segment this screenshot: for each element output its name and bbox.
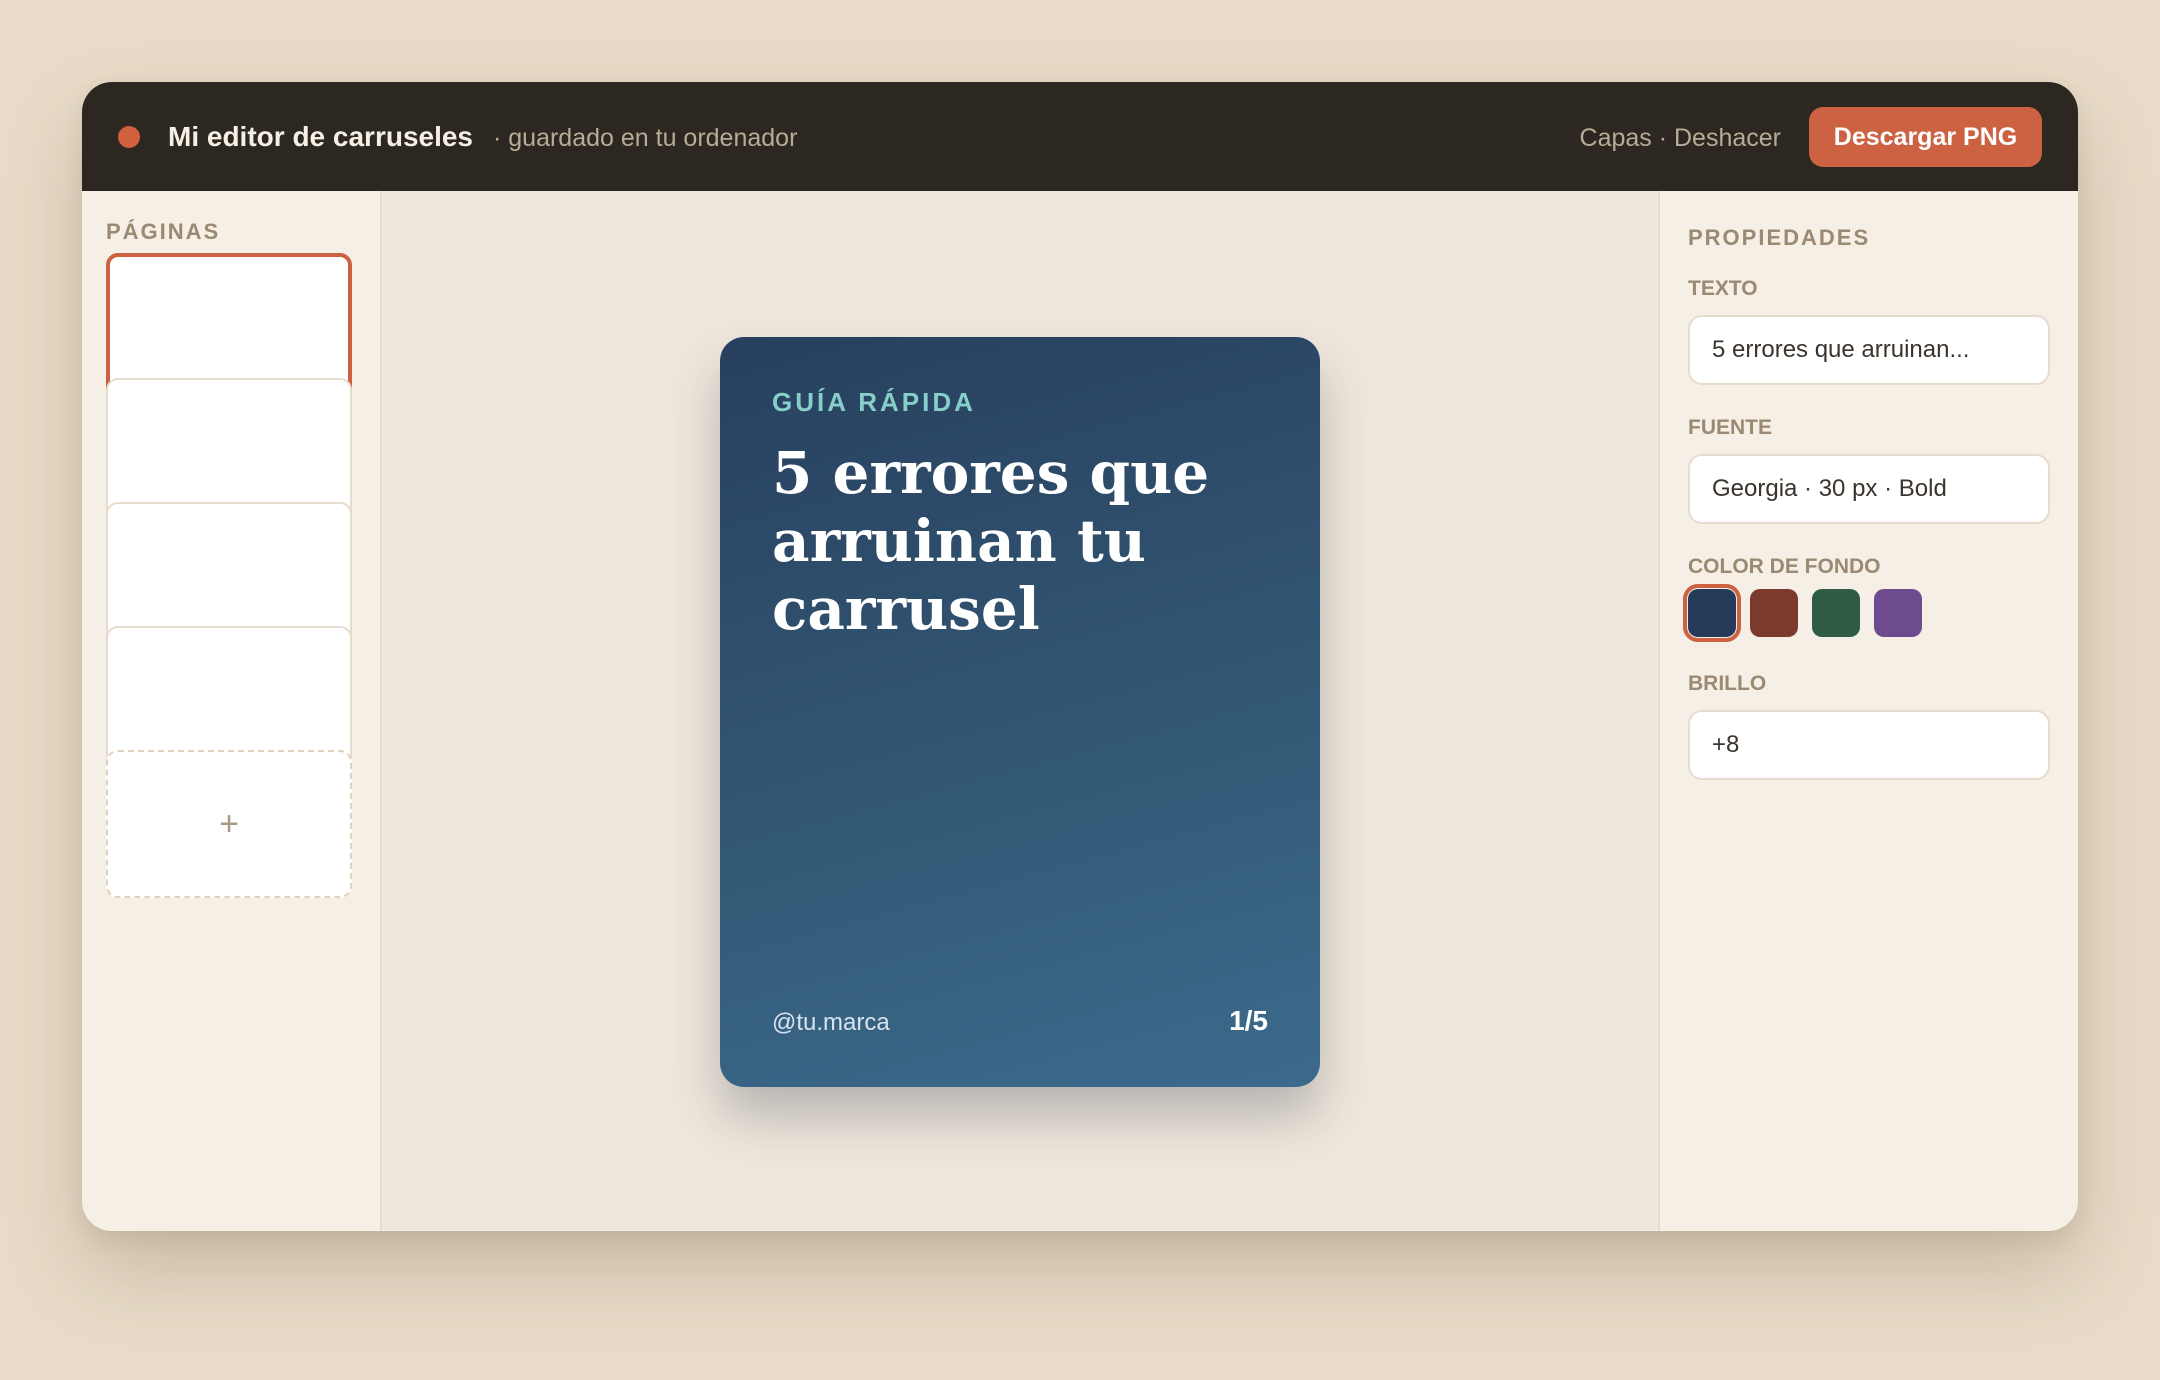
pages-heading: PÁGINAS (106, 219, 221, 244)
bg-color-label: COLOR DE FONDO (1688, 555, 1881, 578)
canvas-area: GUÍA RÁPIDA 5 errores que arruinan tu ca… (382, 191, 1658, 1231)
swatch-brick[interactable] (1750, 589, 1798, 637)
editor-window: Mi editor de carruseles · guardado en tu… (82, 82, 2078, 1231)
download-png-button[interactable]: Descargar PNG (1809, 107, 2042, 167)
font-label: FUENTE (1688, 416, 1772, 439)
slide-kicker[interactable]: GUÍA RÁPIDA (772, 387, 976, 418)
properties-panel: PROPIEDADES TEXTO 5 errores que arruinan… (1658, 191, 2078, 1231)
slide-pager[interactable]: 1/5 (1229, 1005, 1268, 1037)
brightness-field[interactable]: +8 (1688, 710, 2050, 780)
top-bar: Mi editor de carruseles · guardado en tu… (82, 82, 2078, 191)
properties-heading: PROPIEDADES (1688, 225, 1871, 250)
status-dot-icon (118, 126, 140, 148)
brightness-label: BRILLO (1688, 672, 1767, 695)
slide-title[interactable]: 5 errores que arruinan tu carrusel (772, 439, 1272, 643)
pages-sidebar: PÁGINAS + (82, 191, 382, 1231)
swatch-green[interactable] (1812, 589, 1860, 637)
add-page-button[interactable]: + (106, 750, 352, 898)
text-label: TEXTO (1688, 277, 1758, 300)
swatch-navy[interactable] (1683, 584, 1741, 642)
swatch-purple[interactable] (1874, 589, 1922, 637)
app-title: Mi editor de carruseles (168, 121, 474, 152)
save-status: · guardado en tu ordenador (493, 124, 798, 152)
layers-undo-actions[interactable]: Capas · Deshacer (1580, 120, 1781, 156)
slide-handle[interactable]: @tu.marca (772, 1009, 890, 1037)
plus-icon: + (219, 804, 239, 843)
slide-preview[interactable]: GUÍA RÁPIDA 5 errores que arruinan tu ca… (720, 337, 1320, 1087)
text-field[interactable]: 5 errores que arruinan... (1688, 315, 2050, 385)
font-field[interactable]: Georgia · 30 px · Bold (1688, 454, 2050, 524)
